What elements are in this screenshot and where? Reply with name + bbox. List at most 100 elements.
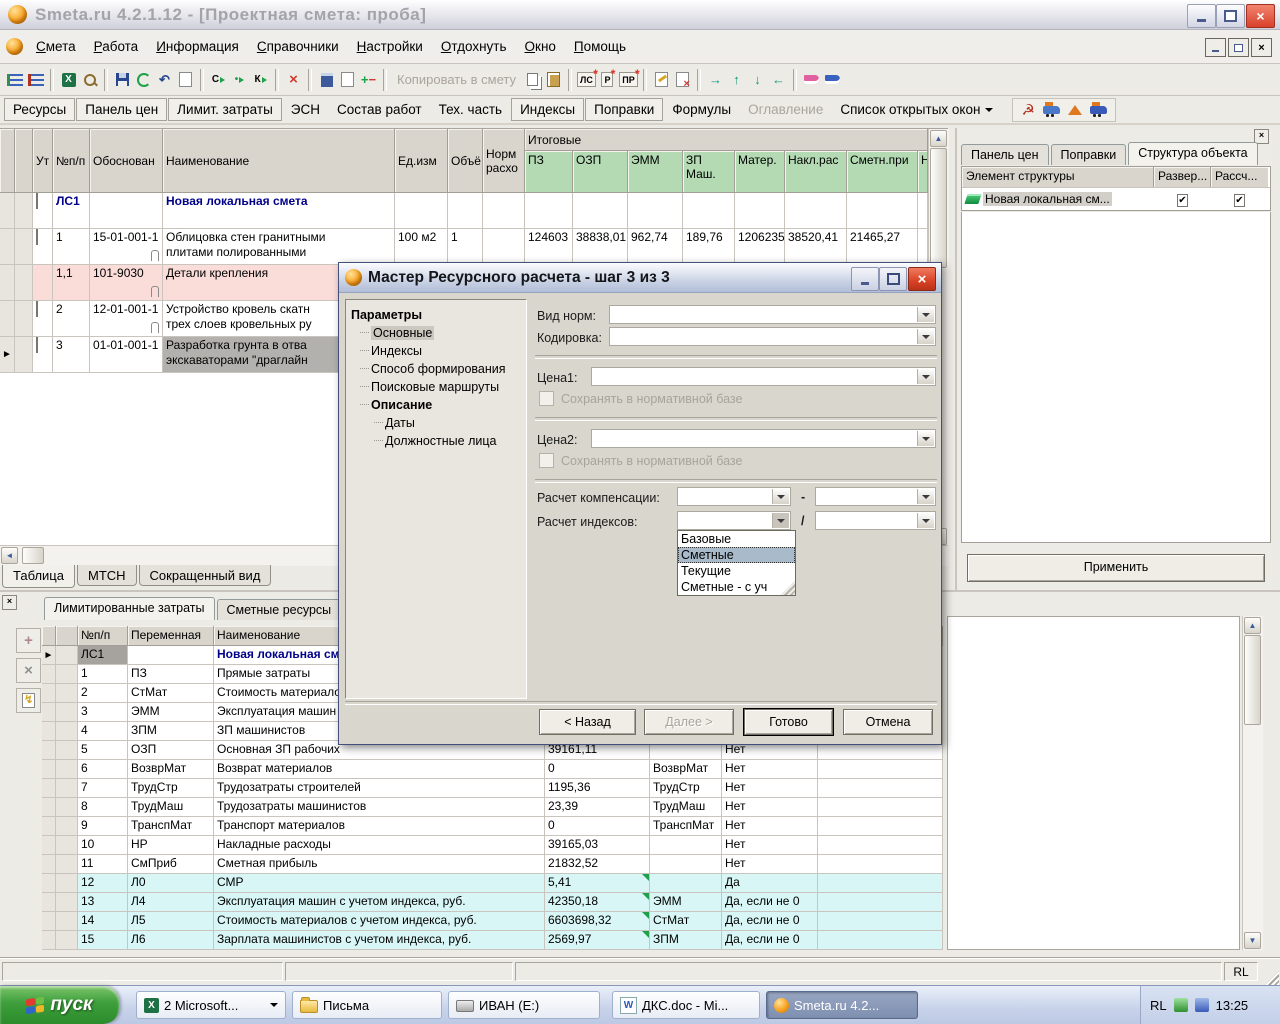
menu-nastroyki[interactable]: Настройки xyxy=(348,35,432,58)
minimize-button[interactable] xyxy=(1187,4,1216,28)
structure-row[interactable]: Новая локальная см... ✔ ✔ xyxy=(962,187,1270,210)
export-excel-button[interactable]: X xyxy=(58,69,79,90)
apply-button[interactable]: Применить xyxy=(967,554,1265,582)
table-row[interactable]: ЛС1 Новая локальная смета xyxy=(0,193,928,229)
tree-item-poiskovye-marshruty[interactable]: Поисковые маршруты xyxy=(346,378,526,396)
menu-okno[interactable]: Окно xyxy=(516,35,565,58)
restore-button[interactable] xyxy=(1216,4,1245,28)
new-subsection-button[interactable]: ПР xyxy=(618,69,639,90)
copy-button[interactable] xyxy=(522,69,543,90)
dropdown-button[interactable] xyxy=(917,431,934,446)
tree-item-daty[interactable]: Даты xyxy=(346,414,526,432)
list-item[interactable]: 6 ВозврМат Возврат материалов 0 ВозврМат… xyxy=(42,760,943,779)
price2-combobox[interactable] xyxy=(591,429,936,448)
mdi-minimize-button[interactable] xyxy=(1205,38,1226,57)
menu-pomosch[interactable]: Помощь xyxy=(565,35,635,58)
list-item[interactable]: 13 Л4 Эксплуатация машин с учетом индекс… xyxy=(42,893,943,912)
vid-norm-combobox[interactable] xyxy=(609,305,936,324)
save-button[interactable] xyxy=(112,69,133,90)
tab-popravki[interactable]: Поправки xyxy=(585,98,663,121)
tree-item-indeksy[interactable]: Индексы xyxy=(346,342,526,360)
tab-limitirovannye-zatraty[interactable]: Лимитированные затраты xyxy=(44,597,215,620)
taskbar-item-ivan-drive[interactable]: ИВАН (Е:) xyxy=(448,991,600,1019)
header-num[interactable]: №п/п xyxy=(78,626,128,646)
tree-item-parametry[interactable]: Параметры xyxy=(346,306,526,324)
structure-tree-button[interactable] xyxy=(4,69,25,90)
header-pz[interactable]: ПЗ xyxy=(525,151,573,193)
add-k-row-button[interactable]: К xyxy=(250,69,271,90)
header-norm[interactable]: Норм расхо xyxy=(483,129,525,193)
mdi-close-button[interactable]: × xyxy=(1251,38,1272,57)
menu-informacia[interactable]: Информация xyxy=(147,35,248,58)
tab-formuly[interactable]: Формулы xyxy=(664,99,739,120)
undo-button[interactable]: ↶ xyxy=(154,69,175,90)
scroll-thumb[interactable] xyxy=(1244,635,1261,725)
delete-row-button[interactable]: × xyxy=(16,658,41,683)
header-ozp[interactable]: ОЗП xyxy=(573,151,628,193)
move-right-button[interactable]: → xyxy=(705,69,726,90)
resize-grip[interactable] xyxy=(1265,971,1279,985)
header-volume[interactable]: Объё xyxy=(448,129,483,193)
new-local-estimate-button[interactable]: ЛС xyxy=(576,69,597,90)
approve-checkbox[interactable] xyxy=(36,193,38,209)
normbase-pink-button[interactable] xyxy=(801,69,822,90)
menu-spravochniki[interactable]: Справочники xyxy=(248,35,348,58)
tab-popravki-right[interactable]: Поправки xyxy=(1051,144,1127,165)
tab-resursy[interactable]: Ресурсы xyxy=(4,98,75,121)
tab-indeksy[interactable]: Индексы xyxy=(511,98,584,121)
delete-button[interactable]: × xyxy=(283,69,304,90)
calculator-button[interactable] xyxy=(316,69,337,90)
finish-button[interactable]: Готово xyxy=(744,709,833,735)
tray-antivirus-icon[interactable] xyxy=(1174,998,1188,1012)
approve-checkbox[interactable] xyxy=(36,301,38,317)
dropdown-button[interactable] xyxy=(772,513,789,528)
tab-teh-chast[interactable]: Тех. часть xyxy=(431,99,510,120)
header-rassch[interactable]: Рассч... xyxy=(1211,167,1268,187)
dropdown-button[interactable] xyxy=(772,489,789,504)
dropdown-option-tekuschie[interactable]: Текущие xyxy=(678,563,795,579)
taskbar-item-word[interactable]: W ДКС.doc - Mi... xyxy=(612,991,760,1019)
edit-document-button[interactable] xyxy=(651,69,672,90)
scroll-up-button[interactable]: ▲ xyxy=(1244,617,1261,634)
tab-struktura-objekta[interactable]: Структура объекта xyxy=(1128,142,1257,165)
tab-sostav-rabot[interactable]: Состав работ xyxy=(329,99,430,120)
scroll-up-button[interactable]: ▲ xyxy=(930,130,947,147)
header-num[interactable]: №п/п xyxy=(53,129,90,193)
open-windows-dropdown[interactable]: Список открытых окон xyxy=(832,99,1001,120)
header-name[interactable]: Наименование xyxy=(163,129,395,193)
header-variable[interactable]: Переменная xyxy=(128,626,214,646)
move-down-button[interactable]: ↓ xyxy=(747,69,768,90)
taskbar-item-smeta[interactable]: Smeta.ru 4.2... xyxy=(766,991,918,1019)
rassch-checkbox[interactable]: ✔ xyxy=(1234,194,1244,207)
header-unit[interactable]: Ед.изм xyxy=(395,129,448,193)
mdi-restore-button[interactable] xyxy=(1228,38,1249,57)
menu-otdohnut[interactable]: Отдохнуть xyxy=(432,35,516,58)
header-razver[interactable]: Развер... xyxy=(1154,167,1211,187)
tab-esn[interactable]: ЭСН xyxy=(283,99,328,120)
dropdown-button[interactable] xyxy=(917,489,934,504)
approve-checkbox[interactable] xyxy=(36,337,38,353)
tray-network-icon[interactable] xyxy=(1195,998,1209,1012)
back-button[interactable]: < Назад xyxy=(539,709,636,735)
header-element[interactable]: Элемент структуры xyxy=(962,167,1154,187)
structure-tree2-button[interactable] xyxy=(25,69,46,90)
tree-item-sposob-formirovaniya[interactable]: Способ формирования xyxy=(346,360,526,378)
list-item[interactable]: 12 Л0 СМР 5,41 Да xyxy=(42,874,943,893)
tab-tablica[interactable]: Таблица xyxy=(2,565,75,588)
truck-loaded-icon[interactable] xyxy=(1043,106,1060,114)
list-item[interactable]: 9 ТранспМат Транспорт материалов 0 Транс… xyxy=(42,817,943,836)
materials-pile-icon[interactable] xyxy=(1068,105,1082,115)
dropdown-option-bazovye[interactable]: Базовые xyxy=(678,531,795,547)
tab-sokraschennyi-vid[interactable]: Сокращенный вид xyxy=(139,565,272,586)
pane-close-button[interactable]: × xyxy=(2,595,17,610)
add-estimate-row-button[interactable]: С xyxy=(208,69,229,90)
header-justification[interactable]: Обоснован xyxy=(90,129,163,193)
new-section-button[interactable]: Р xyxy=(597,69,618,90)
table-row[interactable]: 1 15-01-001-1 Облицовка стен гранитнымип… xyxy=(0,229,928,265)
save-to-base1-checkbox[interactable] xyxy=(539,391,554,406)
paste-button[interactable] xyxy=(543,69,564,90)
hammer-sickle-icon[interactable]: ☭ xyxy=(1021,101,1034,119)
add-resource-row-button[interactable]: • xyxy=(229,69,250,90)
scroll-down-button[interactable]: ▼ xyxy=(1244,932,1261,949)
plus-minus-button[interactable]: +− xyxy=(358,69,379,90)
